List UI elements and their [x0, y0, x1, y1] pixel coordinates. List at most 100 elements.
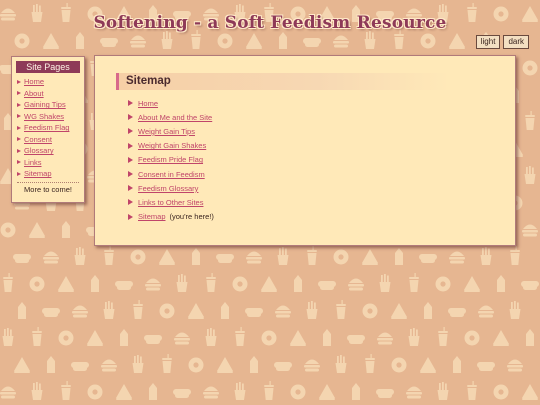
fries-icon — [31, 382, 43, 400]
soda-cup-icon — [525, 111, 535, 130]
hotdog-icon — [521, 281, 539, 290]
donut-icon — [420, 33, 436, 49]
donut-icon — [362, 303, 378, 319]
sitemap-list: Home About Me and the Site Weight Gain T… — [128, 96, 216, 224]
sidebar-link-feedism-flag[interactable]: Feedism Flag — [24, 123, 69, 132]
sitemap-link-weight-gain-tips[interactable]: Weight Gain Tips — [138, 127, 195, 136]
milk-carton-icon — [250, 356, 258, 373]
bullet-icon — [128, 114, 133, 121]
sitemap-item: Weight Gain Tips — [128, 124, 216, 138]
sandwich-icon — [522, 384, 538, 400]
sidebar-link-links[interactable]: Links — [24, 158, 42, 167]
donut-icon — [130, 249, 146, 265]
donut-icon — [232, 276, 248, 292]
sandwich-icon — [362, 249, 378, 265]
fries-icon — [74, 247, 86, 265]
donut-icon — [14, 33, 30, 49]
milk-carton-icon — [526, 329, 534, 346]
sitemap-item: Links to Other Sites — [128, 195, 216, 209]
burger-icon — [174, 332, 190, 345]
milk-carton-icon — [352, 383, 360, 400]
sandwich-icon — [391, 303, 407, 319]
hotdog-icon — [115, 281, 133, 290]
sandwich-icon — [116, 384, 132, 400]
milk-carton-icon — [120, 329, 128, 346]
sandwich-icon — [87, 330, 103, 346]
sitemap-link-weight-gain-shakes[interactable]: Weight Gain Shakes — [138, 141, 206, 150]
donut-icon — [522, 60, 538, 76]
burger-icon — [130, 35, 146, 48]
burger-icon — [478, 305, 494, 318]
fries-icon — [364, 31, 376, 49]
burger-icon — [72, 305, 88, 318]
bullet-icon — [17, 102, 21, 107]
soda-cup-icon — [264, 381, 274, 400]
sandwich-icon — [217, 357, 233, 373]
fries-icon — [132, 355, 144, 373]
sidebar-link-glossary[interactable]: Glossary — [24, 146, 54, 155]
bullet-icon — [128, 171, 133, 178]
sitemap-link-pride-flag[interactable]: Feedism Pride Flag — [138, 155, 203, 164]
main-content-panel: Sitemap Home About Me and the Site Weigh… — [94, 55, 516, 246]
bullet-icon — [17, 148, 21, 153]
fries-icon — [379, 274, 391, 292]
milk-carton-icon — [18, 302, 26, 319]
donut-icon — [435, 276, 451, 292]
fries-icon — [524, 166, 536, 184]
site-title: Softening - a Soft Feedism Resource — [93, 13, 447, 33]
bullet-icon — [128, 156, 133, 163]
burger-icon — [246, 251, 262, 264]
sidebar-link-sitemap[interactable]: Sitemap — [24, 169, 52, 178]
bullet-icon — [128, 128, 133, 135]
sidebar-link-wg-shakes[interactable]: WG Shakes — [24, 112, 64, 121]
hotdog-icon — [173, 389, 191, 398]
bullet-icon — [17, 79, 21, 84]
milk-carton-icon — [279, 32, 287, 49]
hotdog-icon — [303, 38, 321, 47]
fries-icon — [437, 382, 449, 400]
burger-icon — [507, 359, 523, 372]
soda-cup-icon — [307, 246, 317, 265]
milk-carton-icon — [91, 275, 99, 292]
burger-icon — [406, 386, 422, 399]
hotdog-icon — [245, 308, 263, 317]
soda-cup-icon — [32, 327, 42, 346]
burger-icon — [348, 278, 364, 291]
sidebar-link-about[interactable]: About — [24, 89, 44, 98]
sidebar-item-glossary: Glossary — [17, 145, 84, 157]
donut-icon — [391, 357, 407, 373]
sidebar-heading: Site Pages — [16, 61, 80, 73]
sitemap-link-consent[interactable]: Consent in Feedism — [138, 170, 205, 179]
page-title: Sitemap — [126, 75, 171, 87]
soda-cup-icon — [409, 273, 419, 292]
sitemap-item: Weight Gain Shakes — [128, 139, 216, 153]
bullet-icon — [128, 142, 133, 149]
bullet-icon — [17, 160, 21, 165]
hotdog-icon — [376, 389, 394, 398]
sidebar-link-consent[interactable]: Consent — [24, 135, 52, 144]
burger-icon — [43, 251, 59, 264]
sandwich-icon — [29, 222, 45, 238]
sitemap-link-home[interactable]: Home — [138, 99, 158, 108]
sidebar-item-feedism-flag: Feedism Flag — [17, 122, 84, 134]
milk-carton-icon — [149, 383, 157, 400]
milk-carton-icon — [395, 248, 403, 265]
sidebar-item-sitemap: Sitemap — [17, 168, 84, 180]
burger-icon — [449, 251, 465, 264]
sidebar-link-home[interactable]: Home — [24, 77, 44, 86]
sitemap-link-about[interactable]: About Me and the Site — [138, 113, 212, 122]
burger-icon — [275, 305, 291, 318]
soda-cup-icon — [235, 327, 245, 346]
sitemap-link-sitemap[interactable]: Sitemap — [138, 212, 166, 221]
sidebar-link-gaining-tips[interactable]: Gaining Tips — [24, 100, 66, 109]
hotdog-icon — [347, 335, 365, 344]
sidebar-item-home: Home — [17, 76, 84, 88]
soda-cup-icon — [438, 327, 448, 346]
dark-theme-button[interactable]: dark — [503, 35, 529, 49]
sitemap-link-other-sites[interactable]: Links to Other Sites — [138, 198, 203, 207]
fries-icon — [509, 301, 521, 319]
soda-cup-icon — [365, 354, 375, 373]
sandwich-icon — [464, 276, 480, 292]
sitemap-link-glossary[interactable]: Feedism Glossary — [138, 184, 198, 193]
light-theme-button[interactable]: light — [475, 35, 501, 49]
